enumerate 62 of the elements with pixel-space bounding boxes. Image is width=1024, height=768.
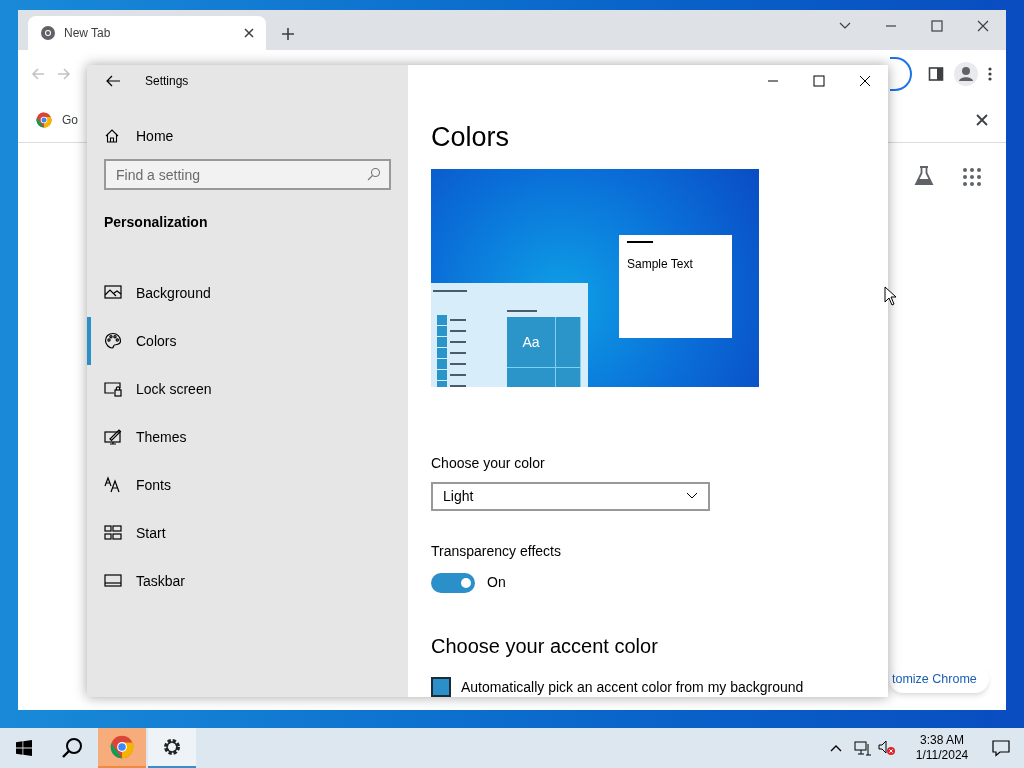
- more-menu-icon[interactable]: [988, 66, 992, 81]
- toggle-switch[interactable]: [431, 572, 475, 593]
- browser-tab[interactable]: New Tab: [28, 16, 266, 50]
- search-icon: [367, 167, 381, 181]
- clock-time[interactable]: 3:38 AM: [920, 733, 964, 748]
- chevron-down-icon: [686, 492, 698, 501]
- checkbox[interactable]: [431, 677, 451, 697]
- tiles-icon: [104, 524, 122, 542]
- close-icon[interactable]: [976, 19, 990, 33]
- bookmark-link[interactable]: Go: [62, 110, 78, 129]
- network-icon[interactable]: [854, 740, 872, 756]
- chrome-logo-icon: [40, 25, 56, 41]
- nav-item[interactable]: Start: [87, 509, 408, 557]
- flask-icon[interactable]: [913, 165, 935, 187]
- chrome-logo-icon: [36, 111, 52, 128]
- tile-text: Aa: [522, 332, 540, 352]
- section-heading: Choose your accent color: [431, 634, 659, 659]
- chrome-logo-icon: [110, 735, 134, 759]
- home-link[interactable]: Home: [87, 123, 408, 149]
- sample-text: Sample Text: [627, 256, 694, 273]
- back-icon[interactable]: [105, 73, 121, 89]
- close-icon[interactable]: [976, 113, 988, 126]
- chevron-up-icon[interactable]: [830, 744, 842, 752]
- field-label: Transparency effects: [431, 542, 562, 561]
- side-panel-icon[interactable]: [928, 65, 944, 82]
- close-icon[interactable]: [244, 28, 254, 38]
- brush-monitor-icon: [104, 428, 122, 446]
- apps-grid-icon[interactable]: [963, 168, 981, 186]
- palette-icon: [104, 332, 122, 350]
- address-bar[interactable]: [890, 56, 912, 91]
- nav-item[interactable]: Themes: [87, 413, 408, 461]
- taskbar-icon: [104, 572, 122, 590]
- toggle-state: On: [487, 573, 506, 592]
- nav-item[interactable]: Background: [87, 269, 408, 317]
- field-label: Choose your color: [431, 453, 546, 473]
- gear-icon: [162, 737, 182, 757]
- taskbar-app[interactable]: [148, 728, 196, 768]
- font-size-icon: [104, 476, 122, 494]
- search-field[interactable]: Find a setting: [104, 159, 391, 190]
- close-icon[interactable]: [859, 75, 871, 87]
- volume-muted-icon[interactable]: [878, 740, 896, 756]
- nav-item[interactable]: Taskbar: [87, 557, 408, 605]
- profile-avatar-icon[interactable]: [954, 61, 978, 86]
- image-icon: [104, 284, 122, 302]
- customize-chrome-button[interactable]: tomize Chrome: [889, 665, 989, 693]
- page-title: Colors: [431, 121, 511, 153]
- color-mode-dropdown[interactable]: Light: [431, 481, 710, 511]
- notification-icon[interactable]: [992, 739, 1010, 757]
- tab-title: New Tab: [64, 25, 112, 42]
- windows-logo-icon[interactable]: [16, 740, 32, 756]
- clock-date[interactable]: 1/11/2024: [915, 748, 969, 763]
- checkbox-label: Automatically pick an accent color from my background: [461, 678, 804, 697]
- new-tab-icon[interactable]: [281, 27, 295, 41]
- maximize-icon[interactable]: [813, 75, 825, 87]
- search-icon[interactable]: [61, 737, 83, 759]
- home-icon: [104, 128, 120, 144]
- nav-item[interactable]: Lock screen: [87, 365, 408, 413]
- section-heading: Personalization: [104, 213, 209, 232]
- nav-item[interactable]: Fonts: [87, 461, 408, 509]
- lock-screen-icon: [104, 380, 122, 398]
- window-title: Settings: [145, 73, 189, 90]
- header-line-icon: [507, 309, 537, 313]
